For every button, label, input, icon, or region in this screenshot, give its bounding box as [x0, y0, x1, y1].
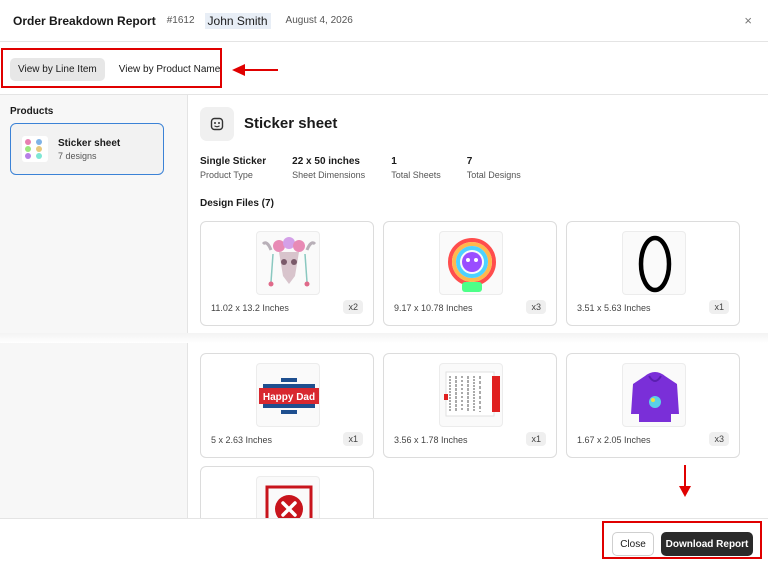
- modal-header: Order Breakdown Report #1612 John Smith …: [0, 0, 768, 42]
- stat-label: Total Designs: [466, 170, 521, 180]
- stat-sheet-dimensions: 22 x 50 inches Sheet Dimensions: [292, 156, 365, 180]
- annotation-highlight-footer: [602, 521, 762, 559]
- design-quantity-badge: x1: [343, 432, 363, 446]
- design-size: 1.67 x 2.05 Inches: [577, 435, 651, 445]
- product-design-count: 7 designs: [58, 150, 97, 161]
- annotation-arrow-left-icon: [232, 64, 245, 76]
- stat-label: Product Type: [200, 170, 253, 180]
- design-card[interactable]: 9.17 x 10.78 Inches x3: [383, 221, 557, 326]
- design-card[interactable]: 3.51 x 5.63 Inches x1: [566, 221, 740, 326]
- annotation-highlight-toggle: [1, 48, 222, 88]
- design-files-heading: Design Files (7): [200, 198, 274, 209]
- annotation-arrow-left-line: [244, 69, 278, 71]
- stat-total-sheets: 1 Total Sheets: [391, 156, 441, 180]
- stat-label: Sheet Dimensions: [292, 170, 366, 180]
- design-card[interactable]: 3.56 x 1.78 Inches x1: [383, 353, 557, 458]
- design-card[interactable]: 11.02 x 13.2 Inches x2: [200, 221, 374, 326]
- close-icon[interactable]: ×: [744, 13, 752, 28]
- design-quantity-badge: x2: [343, 300, 363, 314]
- stat-value: 7: [466, 156, 473, 167]
- design-size: 11.02 x 13.2 Inches: [211, 303, 289, 313]
- products-sidebar: Products Sticker sheet 7 designs: [0, 95, 188, 518]
- scroll-seam: [0, 333, 768, 343]
- stat-value: 22 x 50 inches: [292, 156, 360, 167]
- stat-product-type: Single Sticker Product Type: [200, 156, 266, 180]
- sticker-sheet-thumbnail-icon: [22, 136, 48, 162]
- floral-bull-skull-icon: [256, 231, 320, 295]
- design-size: 5 x 2.63 Inches: [211, 435, 273, 445]
- stat-value: Single Sticker: [200, 156, 267, 167]
- happy-dad-badge-icon: Happy Dad: [256, 363, 320, 427]
- happy-dad-badge-text: Happy Dad: [263, 392, 315, 403]
- rainbow-astronaut-icon: [439, 231, 503, 295]
- product-name: Sticker sheet: [58, 137, 121, 149]
- design-size: 9.17 x 10.78 Inches: [394, 303, 473, 313]
- product-card-sticker-sheet[interactable]: Sticker sheet 7 designs: [10, 123, 164, 175]
- product-title: Sticker sheet: [244, 115, 338, 132]
- annotation-arrow-down-icon: [679, 486, 691, 497]
- error-x-icon: [256, 476, 320, 518]
- design-card[interactable]: [200, 466, 374, 518]
- sidebar-title: Products: [10, 106, 54, 117]
- report-title: Order Breakdown Report: [13, 13, 156, 28]
- stat-label: Total Sheets: [391, 170, 441, 180]
- product-detail-panel: Sticker sheet Single Sticker Product Typ…: [188, 95, 768, 518]
- design-quantity-badge: x1: [526, 432, 546, 446]
- design-size: 3.56 x 1.78 Inches: [394, 435, 468, 445]
- stat-value: 1: [391, 156, 397, 167]
- text-label-sticker-icon: [439, 363, 503, 427]
- design-card[interactable]: 1.67 x 2.05 Inches x3: [566, 353, 740, 458]
- stat-total-designs: 7 Total Designs: [467, 156, 521, 180]
- design-card[interactable]: Happy Dad 5 x 2.63 Inches x1: [200, 353, 374, 458]
- customer-name: John Smith: [204, 12, 271, 29]
- black-oval-ring-icon: [622, 231, 686, 295]
- product-stats: Single Sticker Product Type 22 x 50 inch…: [200, 156, 547, 180]
- order-number: #1612: [166, 15, 195, 26]
- design-quantity-badge: x3: [526, 300, 546, 314]
- design-size: 3.51 x 5.63 Inches: [577, 303, 651, 313]
- design-quantity-badge: x1: [709, 300, 729, 314]
- annotation-arrow-down-line: [684, 465, 686, 488]
- design-quantity-badge: x3: [709, 432, 729, 446]
- order-date: August 4, 2026: [285, 15, 353, 26]
- sticker-icon: [200, 107, 234, 141]
- purple-hoodie-icon: [622, 363, 686, 427]
